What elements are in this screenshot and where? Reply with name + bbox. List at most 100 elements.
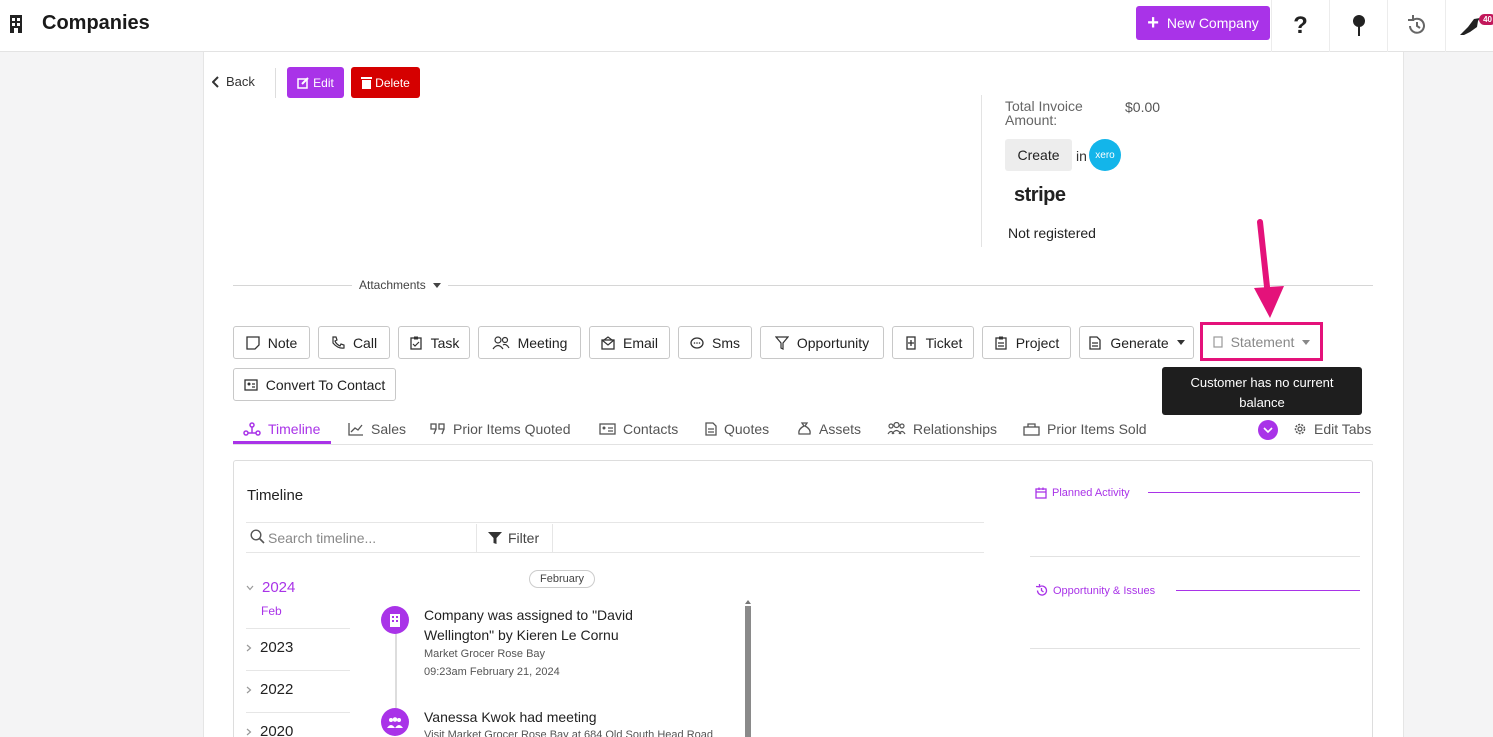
back-button[interactable]: Back <box>212 74 255 89</box>
month-pill: February <box>529 570 595 588</box>
search-divider <box>476 524 477 552</box>
year-2023[interactable]: 2023 <box>246 639 293 656</box>
more-tabs-button[interactable] <box>1258 420 1278 440</box>
tab-prior-items-quoted[interactable]: Prior Items Quoted <box>430 421 571 437</box>
email-label: Email <box>622 334 658 351</box>
calendar-icon <box>1035 487 1047 499</box>
task-button[interactable]: Task <box>398 326 470 359</box>
note-icon <box>246 335 260 350</box>
timeline-icon <box>243 422 261 436</box>
filter-button[interactable]: Filter <box>488 530 539 546</box>
new-company-button[interactable]: + New Company <box>1136 6 1270 40</box>
task-label: Task <box>430 334 460 351</box>
year-divider <box>246 628 350 629</box>
opportunity-label: Opportunity <box>796 334 870 351</box>
clipboard-icon <box>995 336 1007 350</box>
clipboard-icon <box>409 336 422 350</box>
edit-button[interactable]: Edit <box>287 67 344 98</box>
ticket-label: Ticket <box>925 334 963 351</box>
history-icon <box>1035 584 1048 596</box>
delete-button[interactable]: Delete <box>351 67 420 98</box>
statement-tooltip: Customer has no current balance <box>1162 367 1362 415</box>
event-time: 09:23am February 21, 2024 <box>424 666 560 678</box>
caret-down-icon <box>432 282 441 288</box>
contact-card-icon <box>599 423 616 435</box>
month-feb[interactable]: Feb <box>261 604 282 618</box>
convert-to-contact-button[interactable]: Convert To Contact <box>233 368 396 401</box>
quote-icon <box>430 423 445 435</box>
note-label: Note <box>267 334 298 351</box>
sms-button[interactable]: Sms <box>678 326 752 359</box>
funnel-icon <box>774 335 789 350</box>
total-invoice-value: $0.00 <box>1125 99 1161 115</box>
event-company[interactable]: Market Grocer Rose Bay <box>424 648 545 660</box>
history-button[interactable] <box>1387 0 1445 52</box>
document-icon <box>1212 336 1223 348</box>
tab-relationships[interactable]: Relationships <box>887 421 997 437</box>
email-button[interactable]: Email <box>589 326 670 359</box>
convert-label: Convert To Contact <box>265 376 386 393</box>
plus-icon: + <box>1147 12 1159 34</box>
timeline-scrollbar[interactable] <box>745 606 751 737</box>
attachments-label: Attachments <box>359 278 426 292</box>
statement-button[interactable]: Statement <box>1205 327 1318 357</box>
edit-tabs-button[interactable]: Edit Tabs <box>1293 421 1371 437</box>
side-divider <box>1030 556 1360 557</box>
xero-logo: xero <box>1089 139 1121 171</box>
notifications-button[interactable]: 40 <box>1445 0 1493 52</box>
call-label: Call <box>352 334 378 351</box>
chevron-right-icon <box>246 728 252 735</box>
scroll-up-arrow[interactable] <box>745 600 751 604</box>
attachments-toggle[interactable]: Attachments <box>352 278 448 292</box>
opportunity-button[interactable]: Opportunity <box>760 326 884 359</box>
tab-prior-items-sold-label: Prior Items Sold <box>1047 421 1147 437</box>
year-divider <box>246 712 350 713</box>
shopping-bag-icon <box>1023 423 1040 436</box>
back-label: Back <box>226 74 255 89</box>
timeline-connector <box>395 632 397 708</box>
ticket-button[interactable]: Ticket <box>892 326 974 359</box>
meeting-label: Meeting <box>517 334 568 351</box>
year-2024[interactable]: 2024 <box>246 579 295 596</box>
generate-label: Generate <box>1110 334 1169 351</box>
tab-quotes[interactable]: Quotes <box>705 421 769 437</box>
chat-icon <box>690 336 704 349</box>
chevron-down-icon <box>246 585 254 590</box>
event-dot <box>381 606 409 634</box>
stripe-logo: stripe <box>1014 184 1066 206</box>
trash-icon <box>361 77 373 89</box>
document-icon <box>705 422 717 436</box>
planned-activity-line <box>1148 492 1360 493</box>
project-button[interactable]: Project <box>982 326 1071 359</box>
create-invoice-button[interactable]: Create <box>1005 139 1072 171</box>
timeline-search-input[interactable] <box>268 528 468 548</box>
tab-timeline[interactable]: Timeline <box>243 421 320 437</box>
tab-prior-items-sold[interactable]: Prior Items Sold <box>1023 421 1147 437</box>
year-label: 2024 <box>262 579 296 596</box>
users-icon <box>492 335 510 349</box>
event-dot <box>381 708 409 736</box>
users-icon <box>887 422 906 435</box>
tab-contacts[interactable]: Contacts <box>599 421 678 437</box>
filter-label: Filter <box>508 530 540 546</box>
envelope-icon <box>601 335 615 350</box>
generate-button[interactable]: Generate <box>1079 326 1194 359</box>
tab-assets[interactable]: Assets <box>797 421 861 437</box>
filter-divider <box>552 524 553 552</box>
chevron-right-icon <box>246 644 252 651</box>
meeting-button[interactable]: Meeting <box>478 326 581 359</box>
event-title: Vanessa Kwok had meeting <box>424 709 597 725</box>
note-button[interactable]: Note <box>233 326 310 359</box>
tab-relationships-label: Relationships <box>913 421 998 437</box>
opportunity-issues-label: Opportunity & Issues <box>1053 584 1156 597</box>
pin-button[interactable] <box>1329 0 1387 52</box>
stripe-status: Not registered <box>1008 225 1096 241</box>
money-bag-icon <box>798 422 811 435</box>
notification-badge: 40 <box>1479 14 1493 25</box>
help-button[interactable]: ? <box>1271 0 1329 52</box>
tab-sales[interactable]: Sales <box>348 421 406 437</box>
event-title: Company was assigned to "David Wellingto… <box>424 607 633 643</box>
call-button[interactable]: Call <box>318 326 390 359</box>
year-2022[interactable]: 2022 <box>246 681 293 698</box>
year-2020[interactable]: 2020 <box>246 723 293 737</box>
